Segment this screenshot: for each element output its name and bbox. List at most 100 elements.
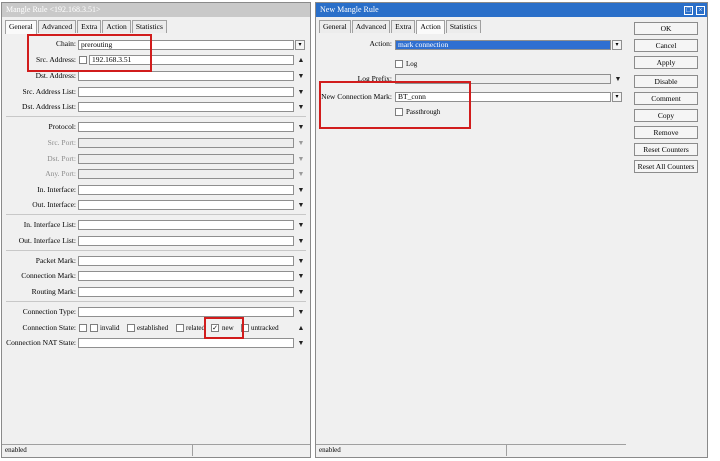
tab-extra[interactable]: Extra	[77, 20, 102, 33]
tab-extra[interactable]: Extra	[391, 20, 416, 33]
dst-address-list-label: Dst. Address List:	[22, 102, 76, 111]
divider	[6, 301, 306, 302]
expand-down-icon[interactable]: ▼	[296, 287, 306, 297]
tab-advanced[interactable]: Advanced	[37, 20, 77, 33]
expand-down-icon[interactable]: ▼	[296, 71, 306, 81]
expand-down-icon[interactable]: ▼	[296, 200, 306, 210]
tab-general[interactable]: General	[5, 20, 37, 34]
state-invalid-checkbox[interactable]	[90, 324, 98, 332]
packet-mark-input[interactable]	[78, 256, 294, 266]
src-address-list-input[interactable]	[78, 87, 294, 97]
tab-general[interactable]: General	[319, 20, 351, 33]
expand-down-icon[interactable]: ▼	[296, 122, 306, 132]
new-connection-mark-dropdown-icon[interactable]: ▾	[612, 92, 622, 102]
connection-nat-state-label: Connection NAT State:	[6, 338, 76, 347]
out-interface-input[interactable]	[78, 200, 294, 210]
expand-down-icon[interactable]: ▼	[296, 307, 306, 317]
in-interface-label: In. Interface:	[37, 185, 76, 194]
state-established-label: established	[137, 324, 169, 332]
connection-nat-state-input[interactable]	[78, 338, 294, 348]
tab-statistics[interactable]: Statistics	[445, 20, 481, 33]
chain-dropdown-icon[interactable]: ▾	[295, 40, 305, 50]
reset-all-counters-button[interactable]: Reset All Counters	[634, 160, 698, 173]
expand-down-icon[interactable]: ▼	[296, 102, 306, 112]
expand-down-icon[interactable]: ▼	[296, 87, 306, 97]
packet-mark-label: Packet Mark:	[35, 256, 76, 265]
divider	[6, 116, 306, 117]
collapse-up-icon[interactable]: ▲	[296, 323, 306, 333]
divider	[6, 250, 306, 251]
collapse-up-icon[interactable]: ▲	[296, 55, 306, 65]
status-text: enabled	[5, 446, 27, 454]
in-interface-list-label: In. Interface List:	[23, 220, 76, 229]
tab-statistics[interactable]: Statistics	[131, 20, 167, 33]
highlight-box	[319, 81, 471, 129]
apply-button[interactable]: Apply	[634, 56, 698, 69]
window-title: Mangle Rule <192.168.3.51>	[2, 3, 310, 17]
tab-bar: General Advanced Extra Action Statistics	[319, 20, 482, 34]
restore-icon[interactable]: □	[684, 6, 693, 15]
protocol-input[interactable]	[78, 122, 294, 132]
dst-address-list-input[interactable]	[78, 102, 294, 112]
dst-address-input[interactable]	[78, 71, 294, 81]
out-interface-list-input[interactable]	[78, 236, 294, 246]
expand-down-icon[interactable]: ▼	[296, 236, 306, 246]
expand-down-icon: ▼	[297, 139, 305, 147]
connection-state-label: Connection State:	[22, 323, 76, 332]
protocol-label: Protocol:	[48, 122, 77, 131]
status-bar: enabled	[2, 444, 310, 456]
new-mangle-rule-window: New Mangle Rule □ × General Advanced Ext…	[315, 2, 708, 458]
out-interface-list-label: Out. Interface List:	[18, 236, 76, 245]
action-select[interactable]: mark connection	[395, 40, 611, 50]
close-icon[interactable]: ×	[696, 6, 705, 15]
dst-port-input	[78, 154, 294, 164]
connection-type-input[interactable]	[78, 307, 294, 317]
src-port-input	[78, 138, 294, 148]
connection-mark-input[interactable]	[78, 271, 294, 281]
highlight-box	[204, 317, 244, 339]
state-invalid-label: invalid	[100, 324, 120, 332]
tab-action[interactable]: Action	[416, 20, 445, 34]
expand-down-icon[interactable]: ▼	[613, 74, 623, 84]
expand-down-icon[interactable]: ▼	[296, 338, 306, 348]
status-divider	[506, 445, 507, 456]
cancel-button[interactable]: Cancel	[634, 39, 698, 52]
any-port-input	[78, 169, 294, 179]
status-divider	[192, 445, 193, 456]
in-interface-list-input[interactable]	[78, 220, 294, 230]
in-interface-input[interactable]	[78, 185, 294, 195]
state-established-checkbox[interactable]	[127, 324, 135, 332]
connection-state-negate-checkbox[interactable]	[79, 324, 87, 332]
any-port-label: Any. Port:	[45, 169, 76, 178]
highlight-box	[27, 34, 152, 72]
status-text: enabled	[319, 446, 341, 454]
reset-counters-button[interactable]: Reset Counters	[634, 143, 698, 156]
ok-button[interactable]: OK	[634, 22, 698, 35]
tab-bar: General Advanced Extra Action Statistics	[5, 20, 168, 34]
comment-button[interactable]: Comment	[634, 92, 698, 105]
expand-down-icon: ▼	[297, 155, 305, 163]
state-untracked-label: untracked	[251, 324, 279, 332]
expand-down-icon[interactable]: ▼	[296, 271, 306, 281]
action-dropdown-icon[interactable]: ▾	[612, 40, 622, 50]
state-related-label: related	[186, 324, 206, 332]
routing-mark-input[interactable]	[78, 287, 294, 297]
status-bar: enabled	[316, 444, 626, 456]
expand-down-icon[interactable]: ▼	[296, 185, 306, 195]
remove-button[interactable]: Remove	[634, 126, 698, 139]
expand-down-icon: ▼	[297, 170, 305, 178]
tab-advanced[interactable]: Advanced	[351, 20, 391, 33]
dst-address-label: Dst. Address:	[35, 71, 76, 80]
state-related-checkbox[interactable]	[176, 324, 184, 332]
divider	[6, 214, 306, 215]
tab-action[interactable]: Action	[102, 20, 131, 33]
dst-port-label: Dst. Port:	[47, 154, 76, 163]
expand-down-icon[interactable]: ▼	[296, 256, 306, 266]
disable-button[interactable]: Disable	[634, 75, 698, 88]
connection-type-label: Connection Type:	[22, 307, 76, 316]
window-title: New Mangle Rule	[316, 3, 707, 17]
expand-down-icon[interactable]: ▼	[296, 220, 306, 230]
connection-mark-label: Connection Mark:	[21, 271, 76, 280]
log-checkbox[interactable]	[395, 60, 403, 68]
copy-button[interactable]: Copy	[634, 109, 698, 122]
